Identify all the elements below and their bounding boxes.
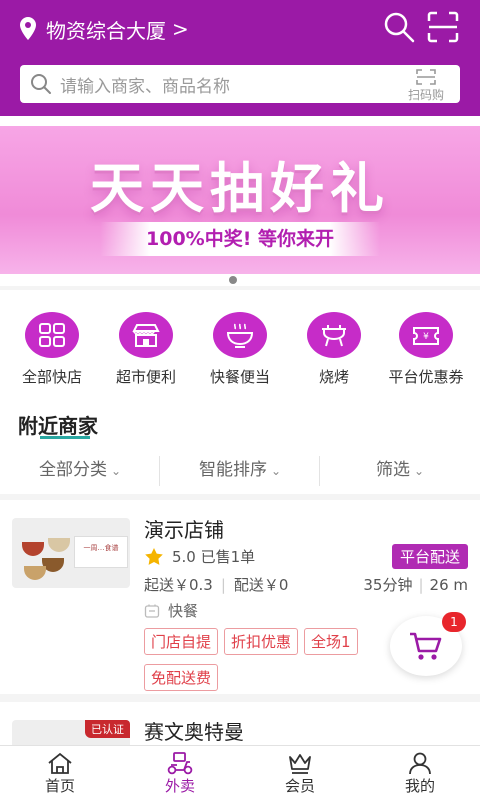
promo-tag: 折扣优惠: [224, 628, 299, 655]
distance: 26 m: [429, 576, 468, 594]
store-icon: [119, 312, 173, 358]
scooter-icon: [167, 752, 193, 775]
min-order: 起送￥0.3: [144, 576, 213, 594]
chevron-down-icon: ⌄: [110, 464, 122, 478]
sold-count: 已售1单: [200, 548, 256, 566]
category-fast-food[interactable]: 快餐便当: [192, 312, 288, 387]
banner-subline: 100%中奖! 等你来开: [100, 222, 380, 256]
filter-bar: 全部分类 ⌄ 智能排序 ⌄ 筛选 ⌄: [0, 450, 480, 490]
shop-name: 演示店铺: [144, 518, 224, 542]
user-icon: [409, 752, 431, 775]
home-icon: [48, 752, 72, 774]
promo-banner[interactable]: 天天抽好礼 100%中奖! 等你来开: [0, 126, 480, 274]
rating-value: 5.0: [172, 547, 196, 566]
promo-tags: 门店自提 折扣优惠 全场1 免配送费: [144, 628, 400, 700]
filter-all-categories[interactable]: 全部分类 ⌄: [0, 450, 160, 490]
shop-category: 快餐: [144, 600, 198, 621]
thumbnail-caption: 一周…食谱: [74, 536, 128, 568]
promo-tag: 门店自提: [144, 628, 219, 655]
category-label: 烧烤: [318, 368, 349, 386]
category-supermarket[interactable]: 超市便利: [98, 312, 194, 387]
verified-badge: 已认证: [85, 720, 130, 738]
search-placeholder: 请输入商家、商品名称: [60, 76, 230, 97]
location-label: 物资综合大厦: [46, 18, 166, 43]
banner-headline: 天天抽好礼: [90, 157, 390, 220]
grid-icon: [25, 312, 79, 358]
scan-buy-button[interactable]: 扫码购: [402, 66, 450, 103]
category-coupons[interactable]: ¥ 平台优惠券: [378, 312, 474, 387]
category-label: 快餐: [168, 602, 199, 620]
tab-home[interactable]: 首页: [0, 746, 120, 800]
promo-tag: 免配送费: [144, 664, 219, 691]
filter-label: 全部分类: [38, 460, 107, 480]
category-label: 超市便利: [115, 368, 176, 386]
divider: |: [220, 576, 226, 594]
scan-buy-icon: [416, 69, 436, 85]
category-bbq[interactable]: 烧烤: [286, 312, 382, 387]
tab-label: 外卖: [164, 777, 195, 795]
category-grid: 全部快店 超市便利 快餐便当 烧烤 ¥ 平台优惠券: [0, 290, 480, 398]
category-label: 平台优惠券: [388, 368, 464, 386]
chevron-down-icon: ⌄: [270, 464, 282, 478]
bowl-icon: [213, 312, 267, 358]
shop-fees: 起送￥0.3 | 配送￥0: [144, 574, 288, 595]
delivery-time: 35分钟: [363, 576, 413, 594]
title-underline: [40, 436, 90, 439]
divider: |: [418, 576, 424, 594]
header: 物资综合大厦 > 请输入商家、商品名称 扫码购: [0, 0, 480, 116]
tab-profile[interactable]: 我的: [360, 746, 480, 800]
tab-label: 会员: [284, 777, 315, 795]
nearby-section: 附近商家 全部分类 ⌄ 智能排序 ⌄ 筛选 ⌄: [0, 398, 480, 494]
scan-buy-label: 扫码购: [407, 88, 444, 102]
carousel-indicator: [229, 276, 237, 284]
section-title: 附近商家: [18, 414, 98, 438]
crown-icon: [289, 754, 311, 774]
location-pin-icon: [20, 17, 36, 40]
location-selector[interactable]: 物资综合大厦 >: [18, 14, 189, 44]
shop-rating: 5.0 已售1单: [144, 546, 255, 567]
cart-count-badge: 1: [442, 612, 466, 632]
delivery-badge: 平台配送: [391, 544, 468, 569]
category-label: 全部快店: [21, 368, 82, 386]
cart-button[interactable]: 1: [390, 612, 466, 676]
tab-label: 首页: [44, 777, 75, 795]
tab-takeout[interactable]: 外卖: [120, 746, 240, 800]
tab-membership[interactable]: 会员: [240, 746, 360, 800]
promo-tag: 全场1: [304, 628, 358, 655]
shop-name: 赛文奥特曼: [144, 720, 244, 744]
chevron-right-icon: >: [172, 17, 189, 41]
filter-screen[interactable]: 筛选 ⌄: [320, 450, 480, 490]
category-all-stores[interactable]: 全部快店: [4, 312, 100, 387]
search-icon[interactable]: [382, 10, 416, 44]
coupon-icon: ¥: [399, 312, 453, 358]
star-icon: [145, 547, 163, 565]
chevron-down-icon: ⌄: [413, 464, 425, 478]
promo-banner-area: 天天抽好礼 100%中奖! 等你来开: [0, 116, 480, 286]
shop-eta: 35分钟 | 26 m: [363, 574, 468, 595]
tab-label: 我的: [404, 777, 435, 795]
search-input[interactable]: 请输入商家、商品名称 扫码购: [20, 65, 460, 103]
bottom-tab-bar: 首页 外卖 会员 我的: [0, 745, 480, 800]
category-icon: [144, 604, 160, 618]
filter-label: 智能排序: [198, 460, 267, 480]
grill-icon: [307, 312, 361, 358]
shop-thumbnail: 一周…食谱: [12, 518, 130, 588]
scan-icon[interactable]: [426, 10, 460, 44]
filter-label: 筛选: [375, 460, 410, 480]
category-label: 快餐便当: [209, 368, 270, 386]
svg-text:¥: ¥: [423, 332, 429, 342]
cart-icon: [410, 632, 442, 660]
search-field-icon: [31, 74, 51, 94]
filter-smart-sort[interactable]: 智能排序 ⌄: [160, 450, 320, 490]
delivery-fee: 配送￥0: [233, 576, 289, 594]
